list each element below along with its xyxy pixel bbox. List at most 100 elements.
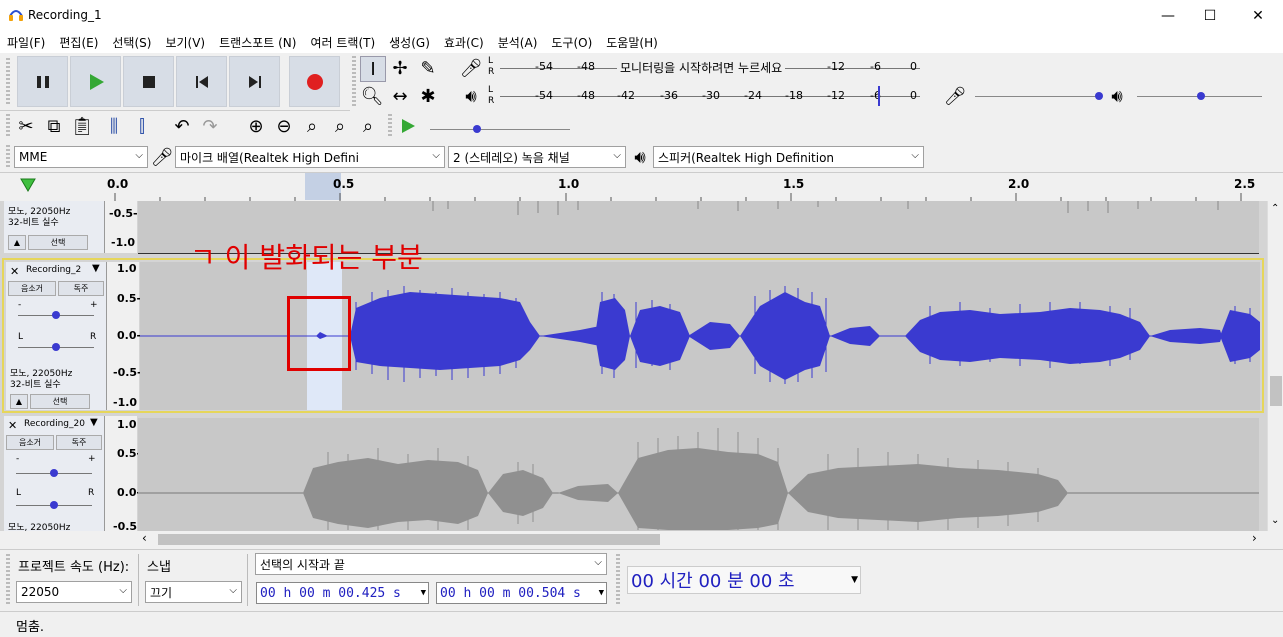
selection-end-time[interactable]: 00 h 00 m 00.504 s ▼ bbox=[436, 582, 607, 604]
track-select-button[interactable]: 선택 bbox=[28, 235, 88, 250]
audio-host-select[interactable]: MME ⌵ bbox=[14, 146, 148, 168]
menu-analyze[interactable]: 분석(A) bbox=[491, 34, 545, 51]
zoom-tool-icon[interactable]: 🔍︎ bbox=[360, 84, 384, 108]
redo-icon[interactable]: ↷ bbox=[198, 114, 222, 138]
track-menu-dropdown-icon[interactable]: ▼ bbox=[90, 417, 98, 428]
menu-tracks[interactable]: 여러 트랙(T) bbox=[303, 34, 382, 51]
recording-volume-thumb[interactable] bbox=[1095, 92, 1103, 100]
menu-generate[interactable]: 생성(G) bbox=[382, 34, 437, 51]
fit-selection-icon[interactable]: ⌕ bbox=[300, 114, 324, 138]
skip-start-button[interactable] bbox=[176, 56, 227, 107]
toolbar-grip[interactable] bbox=[616, 554, 620, 606]
collapse-track-button[interactable]: ▲ bbox=[8, 235, 26, 250]
zoom-toggle-icon[interactable]: ⌕ bbox=[356, 114, 380, 138]
gain-slider-thumb[interactable] bbox=[50, 469, 58, 477]
pan-slider-thumb[interactable] bbox=[50, 501, 58, 509]
toolbar-grip[interactable] bbox=[352, 56, 356, 108]
recording-volume-slider[interactable] bbox=[975, 96, 1100, 97]
skip-end-button[interactable] bbox=[229, 56, 280, 107]
toolbar-grip[interactable] bbox=[388, 114, 392, 138]
close-track-icon[interactable]: ✕ bbox=[8, 419, 20, 432]
silence-audio-icon[interactable]: ⫿ bbox=[130, 114, 154, 138]
trim-audio-icon[interactable]: ⫼ bbox=[102, 114, 126, 138]
horizontal-scrollbar[interactable]: ‹ › bbox=[138, 531, 1267, 548]
project-rate-select[interactable]: 22050 ⌵ bbox=[16, 581, 132, 603]
track-vertical-scale[interactable]: -0.5- -1.0 bbox=[105, 201, 138, 253]
track-vertical-scale[interactable]: 1.0 0.5- 0.0- -0.5- -1.0 bbox=[107, 262, 142, 410]
chevron-down-icon[interactable]: ▼ bbox=[851, 575, 858, 585]
cut-icon[interactable]: ✂ bbox=[14, 114, 38, 138]
gain-slider-thumb[interactable] bbox=[52, 311, 60, 319]
time-display[interactable]: 00 시간 00 분 00 초 ▼ bbox=[627, 566, 861, 594]
toolbar-grip[interactable] bbox=[6, 58, 10, 106]
horizontal-scroll-thumb[interactable] bbox=[158, 534, 660, 545]
playback-device-select[interactable]: 스피커(Realtek High Definition ⌵ bbox=[653, 146, 924, 168]
copy-icon[interactable]: ⧉ bbox=[42, 114, 66, 138]
menu-tools[interactable]: 도구(O) bbox=[544, 34, 599, 51]
pause-button[interactable] bbox=[17, 56, 68, 107]
track-recording-20[interactable]: ✕ Recording_20 ▼ 음소거 독주 - + L R 모노, 2205… bbox=[0, 416, 1267, 531]
record-meter-prompt[interactable]: 모니터링을 시작하려면 누르세요 bbox=[617, 59, 786, 76]
toolbar-grip[interactable] bbox=[6, 554, 10, 606]
playback-volume-thumb[interactable] bbox=[1197, 92, 1205, 100]
play-speed-slider[interactable] bbox=[430, 129, 570, 130]
menu-file[interactable]: 파일(F) bbox=[0, 34, 52, 51]
play-speed-thumb[interactable] bbox=[473, 125, 481, 133]
menu-edit[interactable]: 편집(E) bbox=[52, 34, 105, 51]
play-button[interactable] bbox=[70, 56, 121, 107]
collapse-track-button[interactable]: ▲ bbox=[10, 394, 28, 409]
scroll-right-icon[interactable]: › bbox=[1252, 531, 1257, 545]
mute-button[interactable]: 음소거 bbox=[6, 435, 54, 450]
chevron-down-icon[interactable]: ▼ bbox=[599, 588, 604, 598]
fit-project-icon[interactable]: ⌕ bbox=[328, 114, 352, 138]
microphone-icon[interactable]: 🎤︎ bbox=[459, 56, 483, 80]
zoom-out-icon[interactable]: ⊖ bbox=[272, 114, 296, 138]
undo-icon[interactable]: ↶ bbox=[170, 114, 194, 138]
track-menu-dropdown-icon[interactable]: ▼ bbox=[92, 263, 100, 274]
paste-icon[interactable]: 📋︎ bbox=[70, 114, 94, 138]
snap-select[interactable]: 끄기 ⌵ bbox=[145, 581, 242, 603]
toolbar-grip[interactable] bbox=[6, 114, 10, 138]
track-vertical-scale[interactable]: 1.0 0.5- 0.0- -0.5 bbox=[105, 416, 141, 531]
timeline-ruler[interactable]: 0.0 0.5 1.0 1.5 2.0 2.5 bbox=[0, 172, 1283, 202]
track-name[interactable]: Recording_2 bbox=[26, 265, 81, 275]
solo-button[interactable]: 독주 bbox=[58, 281, 104, 296]
channels-select[interactable]: 2 (스테레오) 녹음 채널 ⌵ bbox=[448, 146, 626, 168]
scroll-up-icon[interactable]: ⌃ bbox=[1271, 203, 1279, 214]
scroll-left-icon[interactable]: ‹ bbox=[142, 531, 147, 545]
record-button[interactable] bbox=[289, 56, 340, 107]
menu-select[interactable]: 선택(S) bbox=[105, 34, 158, 51]
close-track-icon[interactable]: ✕ bbox=[10, 265, 22, 278]
close-button[interactable]: ✕ bbox=[1235, 0, 1281, 31]
waveform-selected[interactable] bbox=[140, 262, 1260, 410]
pan-slider-thumb[interactable] bbox=[52, 343, 60, 351]
track-name[interactable]: Recording_20 bbox=[24, 419, 85, 429]
vertical-scrollbar[interactable]: ⌃ ⌄ bbox=[1267, 201, 1283, 531]
solo-button[interactable]: 독주 bbox=[56, 435, 102, 450]
selection-mode-select[interactable]: 선택의 시작과 끝 ⌵ bbox=[255, 553, 607, 575]
scroll-down-icon[interactable]: ⌄ bbox=[1271, 515, 1279, 526]
zoom-in-icon[interactable]: ⊕ bbox=[244, 114, 268, 138]
vertical-scroll-thumb[interactable] bbox=[1270, 376, 1282, 406]
minimize-button[interactable]: — bbox=[1145, 0, 1191, 31]
waveform-bottom[interactable] bbox=[138, 418, 1259, 531]
menu-view[interactable]: 보기(V) bbox=[158, 34, 212, 51]
track-recording-2[interactable]: ✕ Recording_2 ▼ 음소거 독주 - + L R 모노, 22050… bbox=[2, 258, 1264, 413]
multi-tool-icon[interactable]: ✱ bbox=[416, 84, 440, 108]
track-select-button[interactable]: 선택 bbox=[30, 394, 90, 409]
envelope-tool-icon[interactable]: ✢ bbox=[388, 56, 412, 80]
mute-button[interactable]: 음소거 bbox=[8, 281, 56, 296]
selection-start-time[interactable]: 00 h 00 m 00.425 s ▼ bbox=[256, 582, 429, 604]
speaker-icon[interactable]: 🔊︎ bbox=[459, 84, 483, 108]
chevron-down-icon[interactable]: ▼ bbox=[421, 588, 426, 598]
play-at-speed-icon[interactable] bbox=[396, 114, 420, 138]
maximize-button[interactable]: ☐ bbox=[1187, 0, 1233, 31]
stop-button[interactable] bbox=[123, 56, 174, 107]
toolbar-grip[interactable] bbox=[6, 145, 10, 167]
menu-effect[interactable]: 효과(C) bbox=[437, 34, 491, 51]
menu-transport[interactable]: 트랜스포트 (N) bbox=[212, 34, 303, 51]
recording-device-select[interactable]: 마이크 배열(Realtek High Defini ⌵ bbox=[175, 146, 445, 168]
time-shift-tool-icon[interactable]: ↔ bbox=[388, 84, 412, 108]
menu-help[interactable]: 도움말(H) bbox=[599, 34, 665, 51]
draw-tool-icon[interactable]: ✎ bbox=[416, 56, 440, 80]
